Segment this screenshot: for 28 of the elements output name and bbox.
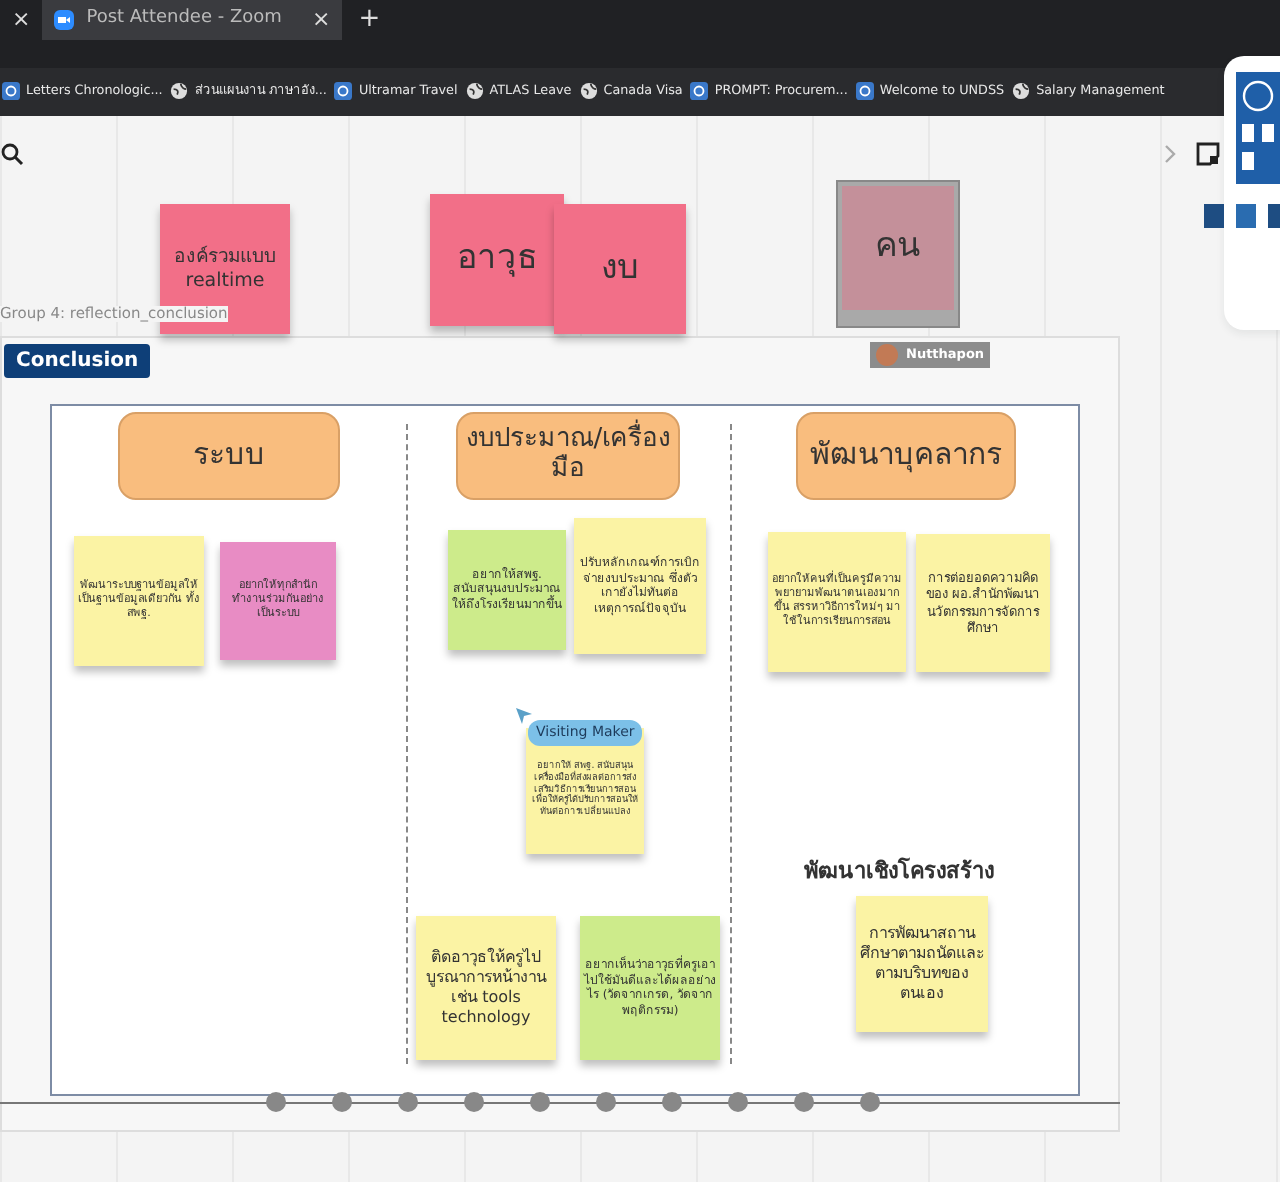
- chevron-right-icon[interactable]: [1164, 144, 1176, 164]
- logo-drawing: [1236, 72, 1280, 184]
- frame-title: Conclusion: [4, 344, 151, 378]
- sticky-note: อาวุธ: [430, 194, 564, 326]
- section-heading: พัฒนาเชิงโครงสร้าง: [804, 856, 994, 888]
- browser-tab[interactable]: ×: [0, 0, 43, 40]
- column-heading: ระบบ: [118, 412, 340, 500]
- sticky-note-icon[interactable]: [1196, 142, 1220, 166]
- site-icon: [334, 82, 353, 101]
- tab-title: Post Attendee - Zoom: [86, 6, 284, 33]
- cursor-icon: [516, 708, 532, 724]
- browser-tab[interactable]: Post Attendee - Zoom ×: [42, 0, 343, 40]
- sticky-note: ติดอาวุธให้ครูไปบูรณาการหน้างาน เช่น tools technology: [416, 916, 556, 1060]
- site-icon: [690, 82, 709, 101]
- sticky-note: คน: [842, 186, 954, 310]
- column-heading: พัฒนาบุคลากร: [796, 412, 1016, 500]
- close-icon[interactable]: ×: [312, 3, 331, 37]
- search-icon[interactable]: [0, 142, 24, 166]
- squares-icon: [1204, 204, 1280, 228]
- new-tab-button[interactable]: +: [358, 0, 381, 40]
- avatar-icon: [876, 344, 898, 366]
- sticky-note: งบ: [554, 204, 686, 334]
- video-camera-icon: [54, 10, 75, 30]
- site-icon: [855, 82, 874, 101]
- column-heading: งบประมาณ/เครื่องมือ: [456, 412, 680, 500]
- sticky-note: การพัฒนาสถานศึกษาตามถนัดและตามบริบทของตนเอง: [856, 896, 988, 1032]
- close-icon[interactable]: ×: [12, 3, 31, 37]
- site-icon: [2, 82, 20, 101]
